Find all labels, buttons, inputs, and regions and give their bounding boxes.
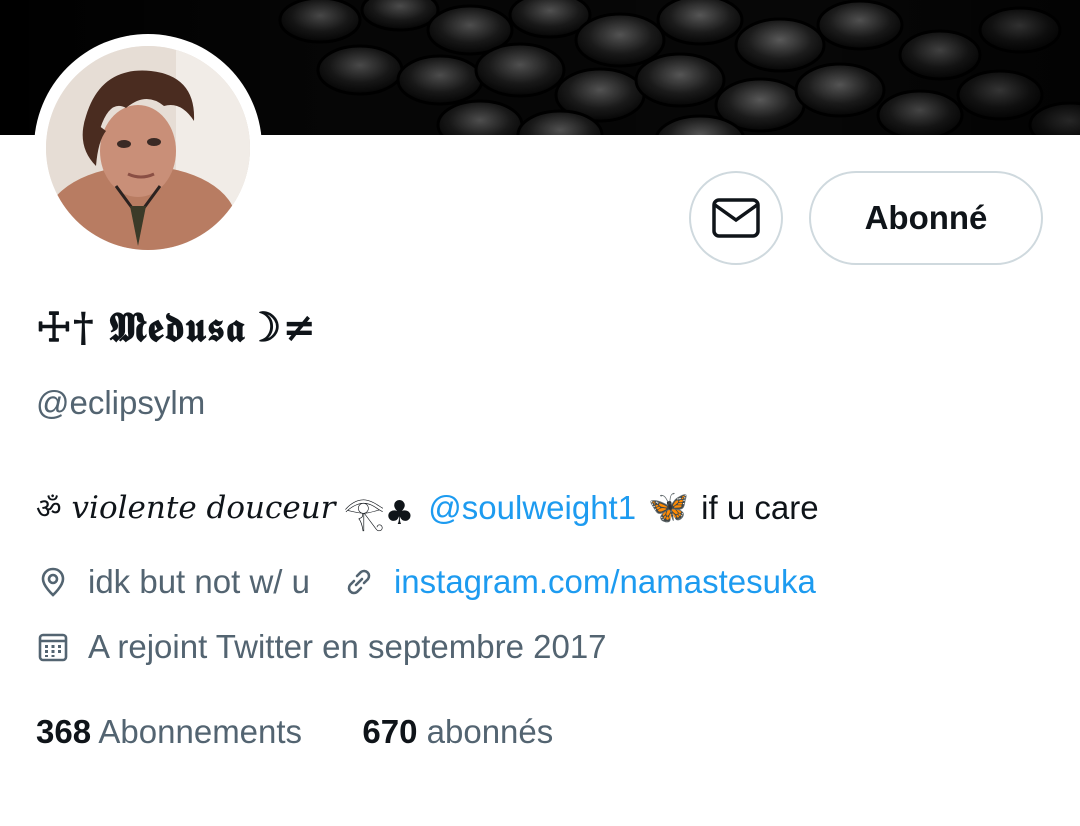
follow-stats: 368 Abonnements 670 abonnés: [36, 713, 553, 751]
followers-stat[interactable]: 670 abonnés: [362, 713, 553, 750]
location-text: idk but not w/ u: [88, 563, 310, 600]
profile-meta-row: idk but not w/ u instagram.com/namastesu…: [36, 563, 816, 601]
bio-text-2: if u care: [701, 488, 819, 526]
followers-count: 670: [362, 713, 418, 750]
bio-glyphs: 𓂀♣: [343, 493, 415, 532]
following-stat[interactable]: 368 Abonnements: [36, 713, 311, 750]
mention-link[interactable]: @soulweight1: [428, 489, 636, 527]
calendar-icon: [38, 633, 68, 662]
handle: @eclipsylm: [36, 384, 206, 421]
following-label: Abonnements: [98, 713, 303, 750]
avatar-photo: [46, 46, 250, 250]
envelope-icon: [712, 198, 760, 238]
message-button[interactable]: [689, 171, 783, 265]
location-icon: [41, 567, 65, 597]
display-name: ☩† 𝕸𝖊𝖉𝖚𝖘𝖆☽≠: [36, 304, 317, 351]
bio: ॐ violente douceur 𓂀♣ @soulweight1 🦋 if …: [36, 480, 819, 535]
following-button[interactable]: Abonné: [809, 171, 1043, 265]
om-glyph: ॐ: [36, 491, 62, 525]
followers-label: abonnés: [426, 713, 554, 750]
avatar[interactable]: [46, 46, 250, 250]
bio-text-1: violente douceur: [71, 489, 336, 526]
join-date-row: A rejoint Twitter en septembre 2017: [36, 628, 607, 666]
join-date: A rejoint Twitter en septembre 2017: [88, 628, 607, 665]
butterfly-emoji: 🦋: [648, 488, 690, 525]
link-icon: [347, 569, 371, 595]
website-link[interactable]: instagram.com/namastesuka: [394, 563, 816, 601]
following-count: 368: [36, 713, 92, 750]
